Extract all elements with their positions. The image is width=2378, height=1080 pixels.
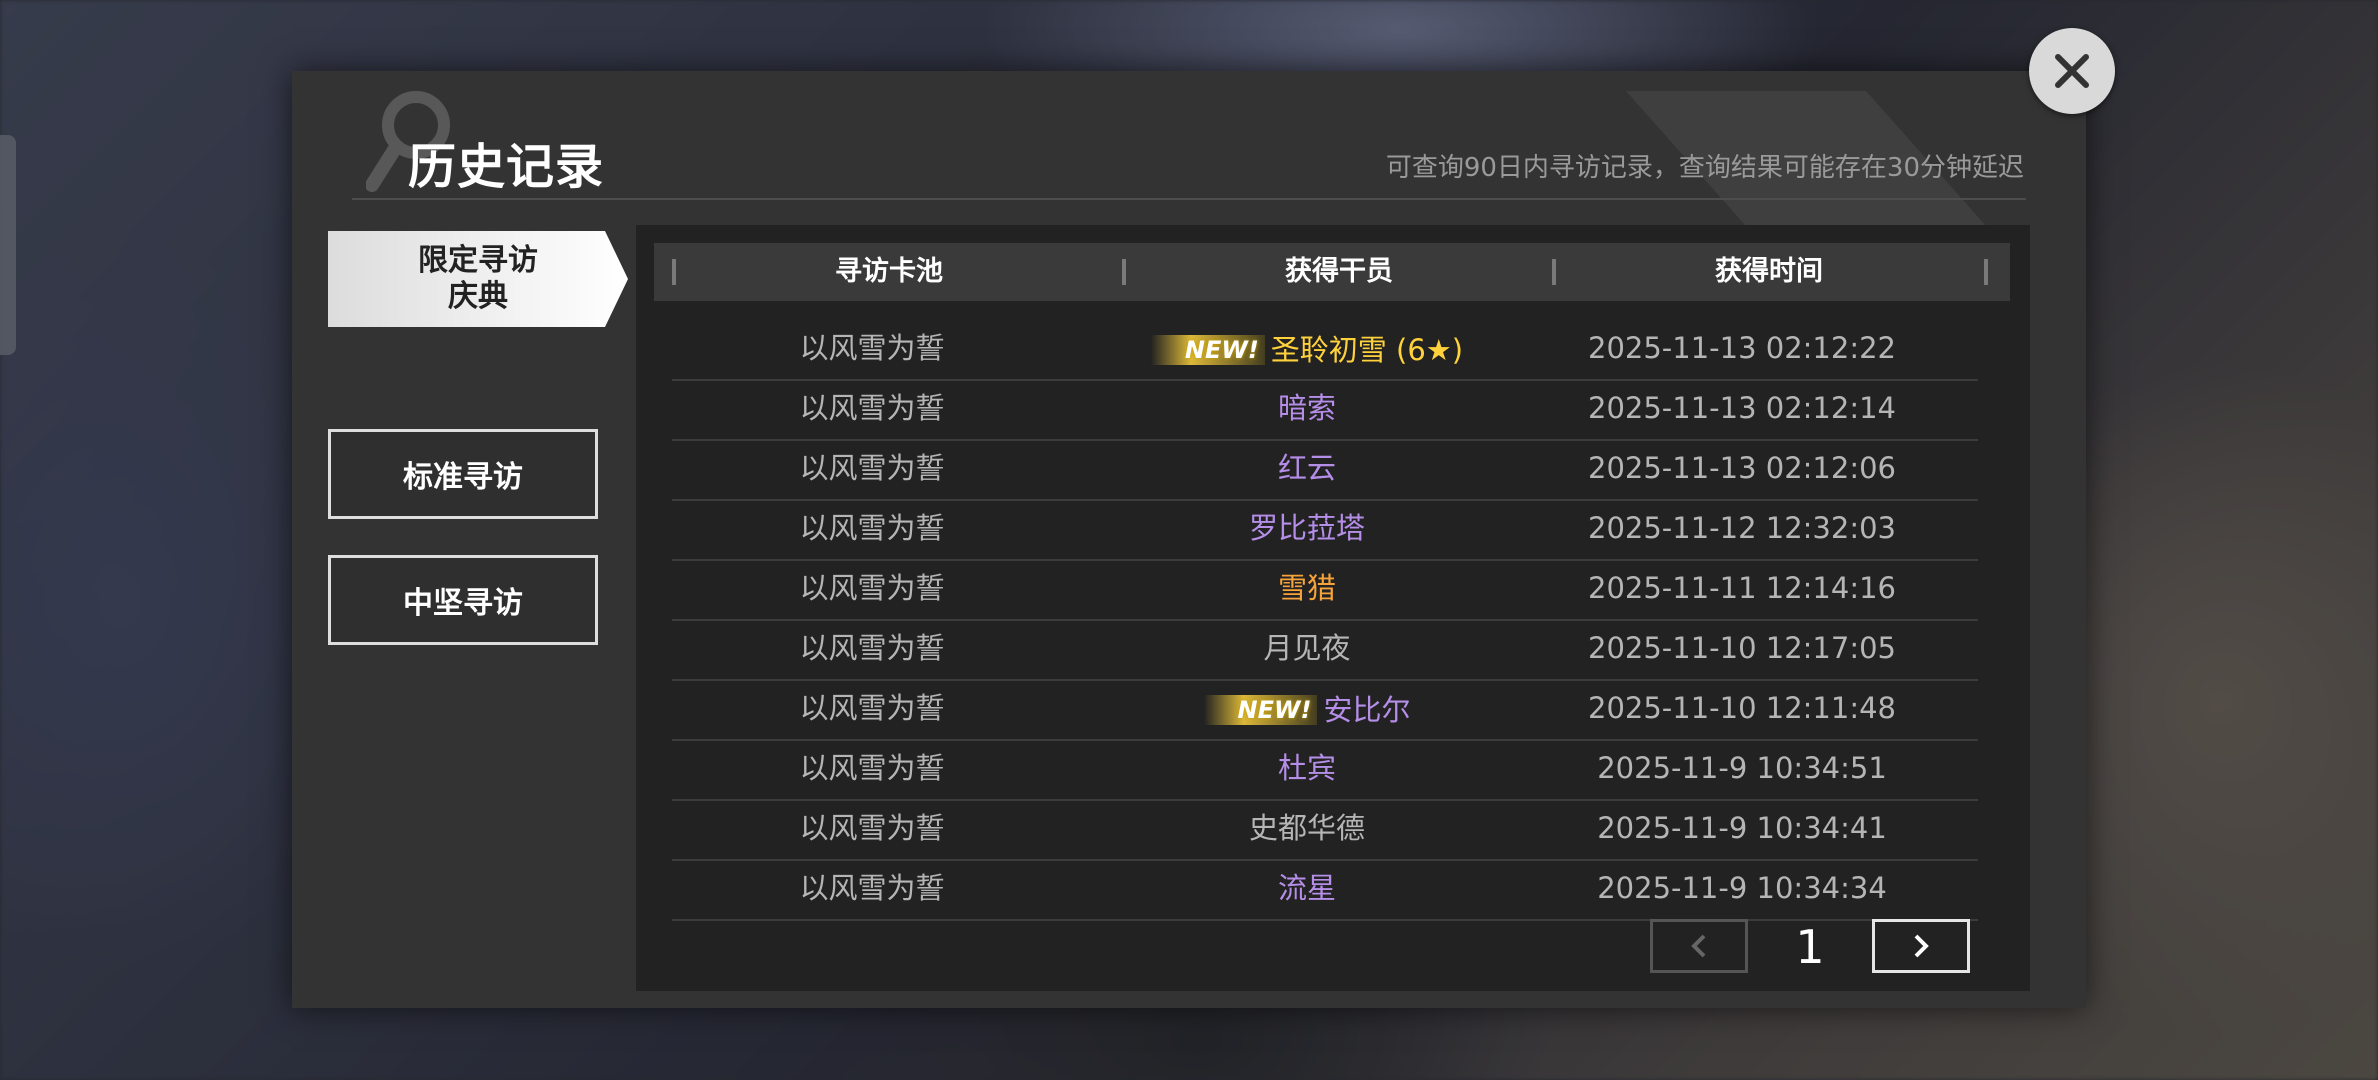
pagination: 1 (1650, 919, 1970, 975)
table-row: 以风雪为誓 流星 2025-11-9 10:34:34 (672, 859, 1978, 921)
table-row: 以风雪为誓 NEW! 圣聆初雪 (6★) 2025-11-13 02:12:22 (672, 319, 1978, 381)
operator-wrap: 红云 (1278, 439, 1336, 497)
header-separator (1984, 259, 1988, 285)
obtained-time: 2025-11-13 02:12:14 (1588, 391, 1896, 425)
table-row: 以风雪为誓 月见夜 2025-11-10 12:17:05 (672, 619, 1978, 681)
pool-name: 以风雪为誓 (799, 691, 945, 725)
obtained-time: 2025-11-9 10:34:34 (1597, 871, 1887, 905)
table-row: 以风雪为誓 罗比菈塔 2025-11-12 12:32:03 (672, 499, 1978, 561)
obtained-time: 2025-11-10 12:11:48 (1588, 691, 1896, 725)
operator-cell: NEW! 圣聆初雪 (6★) (1072, 319, 1542, 377)
page-title: 历史记录 (408, 139, 605, 195)
obtained-time: 2025-11-9 10:34:51 (1597, 751, 1887, 785)
operator-name: 流星 (1277, 871, 1336, 905)
operator-wrap: NEW! 安比尔 (1203, 681, 1411, 739)
tab-limited-celebration[interactable]: 限定寻访 庆典 (328, 231, 628, 327)
table-row: 以风雪为誓 杜宾 2025-11-9 10:34:51 (672, 739, 1978, 801)
obtained-time: 2025-11-13 02:12:06 (1588, 451, 1896, 485)
next-page-button[interactable] (1872, 919, 1970, 973)
operator-cell: 杜宾 (1072, 739, 1542, 797)
table-row: 以风雪为誓 史都华德 2025-11-9 10:34:41 (672, 799, 1978, 861)
new-badge: NEW! (1203, 695, 1318, 725)
operator-cell: 月见夜 (1072, 619, 1542, 677)
operator-cell: 雪猎 (1072, 559, 1542, 617)
title-divider (352, 198, 2026, 200)
table-row: 以风雪为誓 NEW! 安比尔 2025-11-10 12:11:48 (672, 679, 1978, 741)
column-header-pool: 寻访卡池 (835, 256, 943, 287)
chevron-right-icon (1914, 934, 1929, 958)
tab-standard[interactable]: 标准寻访 (328, 429, 598, 519)
operator-cell: 史都华德 (1072, 799, 1542, 857)
obtained-time: 2025-11-10 12:17:05 (1588, 631, 1896, 665)
operator-name: 圣聆初雪 (6★) (1270, 333, 1464, 367)
operator-name: 安比尔 (1323, 693, 1411, 727)
operator-wrap: NEW! 圣聆初雪 (6★) (1150, 321, 1464, 379)
obtained-time: 2025-11-11 12:14:16 (1588, 571, 1896, 605)
pool-name: 以风雪为誓 (799, 511, 945, 545)
operator-cell: 流星 (1072, 859, 1542, 917)
operator-cell: 红云 (1072, 439, 1542, 497)
history-dialog: 历史记录 可查询90日内寻访记录，查询结果可能存在30分钟延迟 限定寻访 庆典 … (292, 71, 2086, 1008)
operator-name: 月见夜 (1263, 631, 1351, 665)
operator-wrap: 罗比菈塔 (1249, 499, 1365, 557)
operator-wrap: 流星 (1278, 859, 1336, 917)
tab-label: 标准寻访 (403, 460, 523, 495)
operator-wrap: 雪猎 (1278, 559, 1336, 617)
operator-name: 雪猎 (1277, 571, 1336, 605)
tab-core[interactable]: 中坚寻访 (328, 555, 598, 645)
operator-wrap: 月见夜 (1263, 619, 1350, 677)
pool-name: 以风雪为誓 (799, 451, 945, 485)
pool-name: 以风雪为誓 (799, 391, 945, 425)
obtained-time: 2025-11-9 10:34:41 (1597, 811, 1887, 845)
operator-name: 暗索 (1277, 391, 1336, 425)
table-header: 寻访卡池 获得干员 获得时间 (654, 243, 2010, 301)
table-row: 以风雪为誓 雪猎 2025-11-11 12:14:16 (672, 559, 1978, 621)
chevron-left-icon (1691, 934, 1706, 958)
close-icon (2055, 54, 2089, 88)
operator-name: 史都华德 (1248, 811, 1365, 845)
obtained-time: 2025-11-13 02:12:22 (1588, 331, 1896, 365)
operator-wrap: 暗索 (1278, 379, 1336, 437)
page-number: 1 (1795, 920, 1825, 974)
obtained-time: 2025-11-12 12:32:03 (1588, 511, 1896, 545)
pool-name: 以风雪为誓 (799, 631, 945, 665)
operator-wrap: 史都华德 (1249, 799, 1365, 857)
pool-name: 以风雪为誓 (799, 811, 945, 845)
column-header-operator: 获得干员 (1285, 256, 1393, 287)
pool-name: 以风雪为誓 (799, 331, 945, 365)
table-row: 以风雪为誓 暗索 2025-11-13 02:12:14 (672, 379, 1978, 441)
operator-cell: 暗索 (1072, 379, 1542, 437)
operator-name: 杜宾 (1277, 751, 1336, 785)
operator-name: 红云 (1277, 451, 1336, 485)
pool-name: 以风雪为誓 (799, 571, 945, 605)
pool-name: 以风雪为誓 (799, 751, 945, 785)
new-badge: NEW! (1150, 335, 1265, 365)
table-row: 以风雪为誓 红云 2025-11-13 02:12:06 (672, 439, 1978, 501)
side-drawer-handle[interactable] (0, 135, 16, 355)
tab-label: 中坚寻访 (403, 586, 523, 621)
operator-cell: 罗比菈塔 (1072, 499, 1542, 557)
close-button[interactable] (2029, 28, 2115, 114)
records-panel: 寻访卡池 获得干员 获得时间 以风雪为誓 NEW! 圣聆初雪 (6★) 2025-11… (636, 225, 2030, 991)
column-header-time: 获得时间 (1715, 256, 1823, 287)
operator-cell: NEW! 安比尔 (1072, 679, 1542, 737)
query-notice: 可查询90日内寻访记录，查询结果可能存在30分钟延迟 (1385, 153, 2024, 183)
operator-name: 罗比菈塔 (1248, 511, 1365, 545)
pool-name: 以风雪为誓 (799, 871, 945, 905)
tab-label: 限定寻访 庆典 (418, 243, 538, 314)
operator-wrap: 杜宾 (1278, 739, 1336, 797)
prev-page-button[interactable] (1650, 919, 1748, 973)
